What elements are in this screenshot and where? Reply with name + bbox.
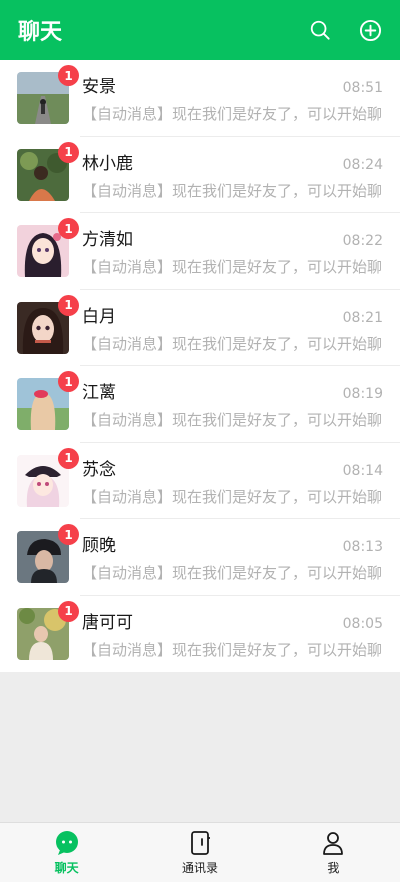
message-preview: 【自动消息】现在我们是好友了，可以开始聊.. [82, 105, 383, 124]
message-time: 08:21 [342, 309, 383, 326]
contact-name: 唐可可 [82, 612, 133, 633]
contact-name: 江蓠 [82, 383, 116, 404]
tab-me[interactable]: 我 [267, 823, 400, 882]
add-button[interactable] [358, 18, 382, 42]
message-preview: 【自动消息】现在我们是好友了，可以开始聊.. [82, 258, 383, 277]
chat-row-0[interactable]: 1 安景 08:51 【自动消息】现在我们是好友了，可以开始聊.. [0, 60, 400, 137]
tab-label: 我 [327, 860, 340, 875]
chat-row-6[interactable]: 1 顾晚 08:13 【自动消息】现在我们是好友了，可以开始聊.. [0, 519, 400, 596]
unread-badge: 1 [58, 524, 79, 546]
unread-badge: 1 [58, 294, 79, 316]
chat-list: 1 安景 08:51 【自动消息】现在我们是好友了，可以开始聊.. 1 林小鹿 [0, 60, 400, 672]
top-bar: 聊天 [0, 0, 400, 60]
chat-row-7[interactable]: 1 唐可可 08:05 【自动消息】现在我们是好友了，可以开始聊.. [0, 596, 400, 673]
search-icon [310, 20, 330, 40]
message-preview: 【自动消息】现在我们是好友了，可以开始聊.. [82, 334, 383, 353]
plus-circle-icon [359, 19, 381, 41]
avatar: 1 [17, 65, 79, 125]
message-preview: 【自动消息】现在我们是好友了，可以开始聊.. [82, 640, 383, 659]
unread-badge: 1 [58, 65, 79, 87]
message-time: 08:19 [342, 386, 383, 403]
avatar: 1 [17, 141, 79, 201]
unread-badge: 1 [58, 371, 79, 393]
contact-name: 安景 [82, 77, 116, 98]
search-button[interactable] [308, 18, 332, 42]
chat-row-1[interactable]: 1 林小鹿 08:24 【自动消息】现在我们是好友了，可以开始聊.. [0, 137, 400, 214]
contact-name: 林小鹿 [82, 153, 133, 174]
message-time: 08:51 [342, 80, 383, 97]
unread-badge: 1 [58, 447, 79, 469]
unread-badge: 1 [58, 600, 79, 622]
message-preview: 【自动消息】现在我们是好友了，可以开始聊.. [82, 181, 383, 200]
avatar: 1 [17, 600, 79, 660]
chat-row-5[interactable]: 1 苏念 08:14 【自动消息】现在我们是好友了，可以开始聊.. [0, 443, 400, 520]
contact-name: 白月 [82, 306, 116, 327]
tab-label: 通讯录 [181, 860, 218, 875]
message-time: 08:14 [342, 462, 383, 479]
message-preview: 【自动消息】现在我们是好友了，可以开始聊.. [82, 487, 383, 506]
tab-label: 聊天 [54, 860, 79, 875]
person-icon [323, 831, 344, 855]
message-preview: 【自动消息】现在我们是好友了，可以开始聊.. [82, 564, 383, 583]
avatar: 1 [17, 447, 79, 507]
tab-contacts[interactable]: 通讯录 [133, 823, 266, 882]
message-preview: 【自动消息】现在我们是好友了，可以开始聊.. [82, 411, 383, 430]
message-time: 08:13 [342, 539, 383, 556]
contact-name: 顾晚 [82, 536, 116, 557]
contacts-book-icon [191, 830, 210, 855]
bottom-tab-bar: 聊天 通讯录 我 [0, 822, 400, 882]
message-time: 08:22 [342, 233, 383, 250]
page-title: 聊天 [18, 20, 63, 45]
tab-chats[interactable]: 聊天 [0, 823, 133, 882]
message-time: 08:05 [342, 615, 383, 632]
chat-bubble-icon [55, 830, 78, 855]
contact-name: 方清如 [82, 230, 133, 251]
unread-badge: 1 [58, 141, 79, 163]
avatar: 1 [17, 218, 79, 278]
avatar: 1 [17, 371, 79, 431]
message-time: 08:24 [342, 156, 383, 173]
avatar: 1 [17, 294, 79, 354]
avatar: 1 [17, 524, 79, 584]
unread-badge: 1 [58, 218, 79, 240]
contact-name: 苏念 [82, 459, 116, 480]
chat-row-4[interactable]: 1 江蓠 08:19 【自动消息】现在我们是好友了，可以开始聊.. [0, 366, 400, 443]
chat-row-2[interactable]: 1 方清如 08:22 【自动消息】现在我们是好友了，可以开始聊.. [0, 213, 400, 290]
chat-row-3[interactable]: 1 白月 08:21 【自动消息】现在我们是好友了，可以开始聊.. [0, 290, 400, 367]
